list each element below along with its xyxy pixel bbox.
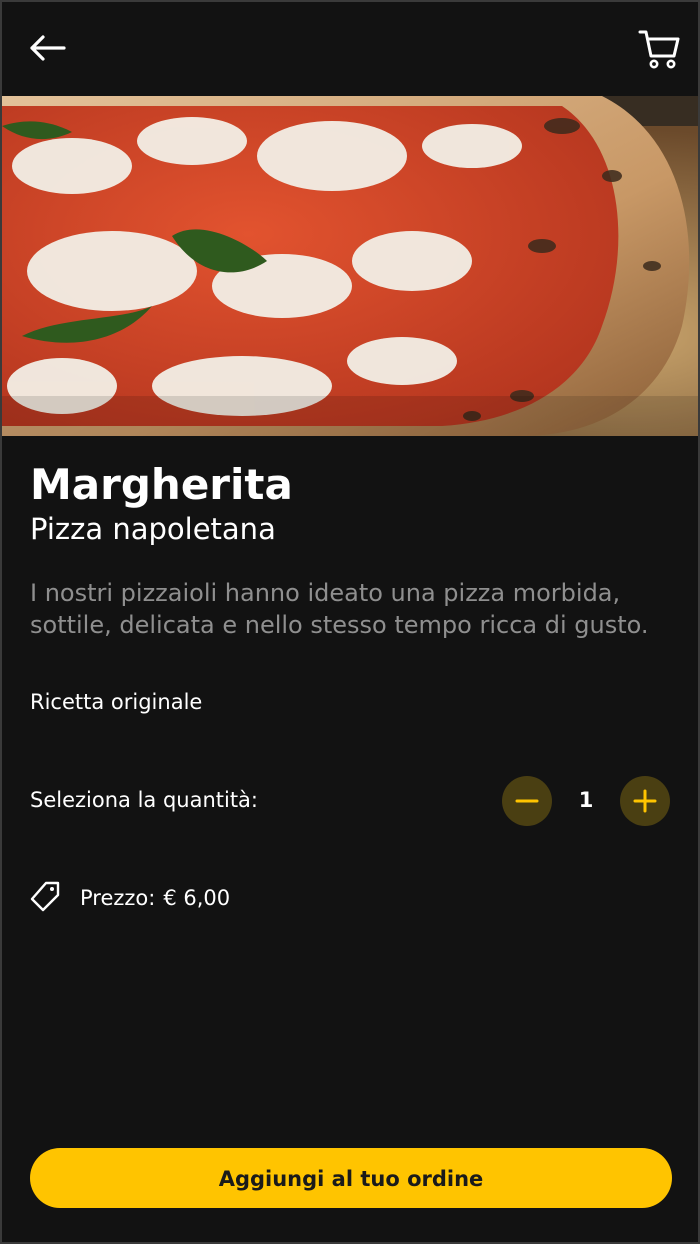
product-image [2, 96, 698, 436]
increase-quantity-button[interactable] [620, 776, 670, 826]
decrease-quantity-button[interactable] [502, 776, 552, 826]
plus-icon [633, 789, 657, 813]
recipe-tag: Ricetta originale [30, 690, 203, 714]
cart-icon [638, 30, 680, 69]
price-tag-icon [28, 880, 62, 914]
price-value: € 6,00 [163, 886, 231, 910]
product-subtitle: Pizza napoletana [30, 512, 276, 546]
product-title: Margherita [30, 460, 293, 509]
pizza-margherita-photo [2, 96, 698, 436]
top-bar [2, 2, 698, 96]
back-button[interactable] [26, 30, 70, 66]
price-label: Prezzo: [80, 886, 156, 910]
product-description: I nostri pizzaioli hanno ideato una pizz… [30, 579, 649, 639]
app-screen: Margherita Pizza napoletana I nostri piz… [0, 0, 700, 1244]
quantity-label: Seleziona la quantità: [30, 788, 259, 812]
minus-icon [515, 799, 539, 803]
arrow-left-icon [30, 35, 66, 61]
add-to-order-button[interactable]: Aggiungi al tuo ordine [30, 1148, 672, 1208]
quantity-value: 1 [578, 788, 594, 812]
cart-button[interactable] [636, 26, 682, 72]
price-row: Prezzo: € 6,00 [80, 886, 230, 910]
